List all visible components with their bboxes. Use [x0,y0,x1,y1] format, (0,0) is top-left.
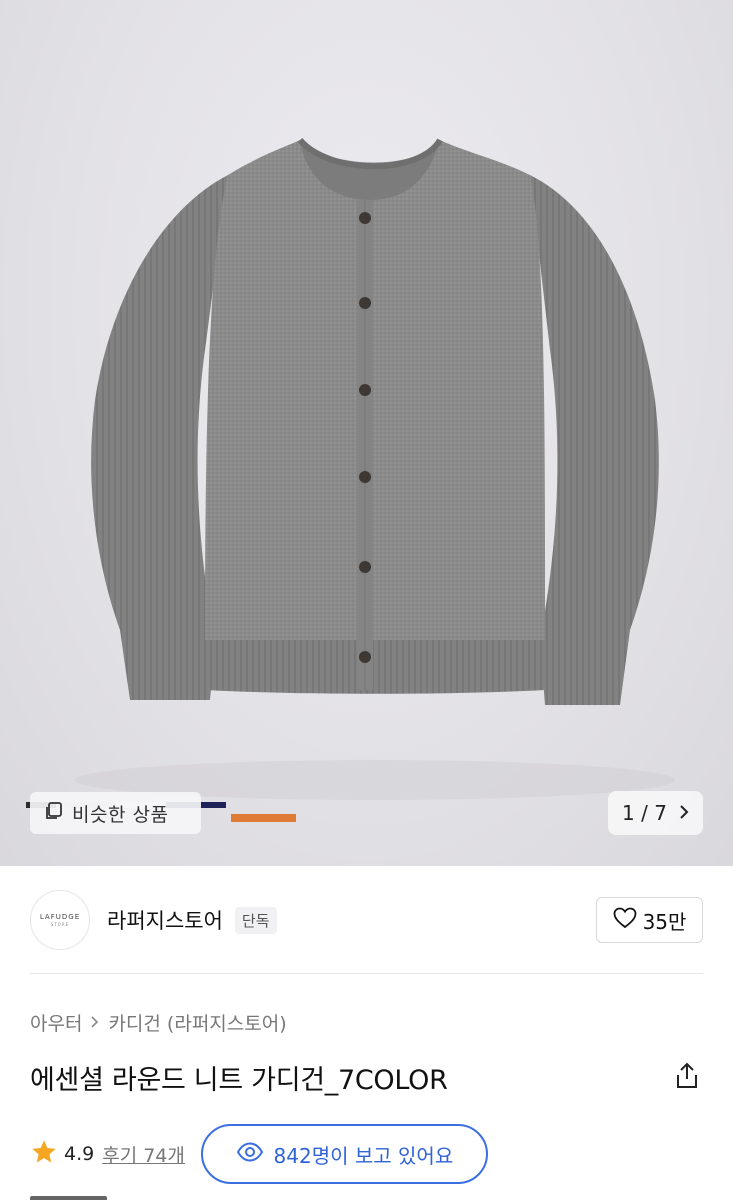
store-logo[interactable]: LAFUDGE STORE [30,890,90,950]
bottom-tab-indicator [30,1196,107,1200]
rating-row: 4.9 후기 74개 842명이 보고 있어요 [30,1124,703,1184]
chevron-right-icon [90,1012,100,1034]
heart-icon [613,907,637,934]
like-count: 35만 [642,909,687,934]
title-row: 에센셜 라운드 니트 가디건_7COLOR [30,1058,703,1097]
like-button[interactable]: 35만 [596,897,703,943]
viewers-text: 842명이 보고 있어요 [273,1143,454,1168]
eye-icon [236,1141,264,1167]
divider [30,973,703,974]
viewers-badge[interactable]: 842명이 보고 있어요 [200,1124,488,1184]
exclusive-badge: 단독 [234,906,277,934]
product-title: 에센셜 라운드 니트 가디건_7COLOR [30,1065,448,1096]
similar-products-label: 비슷한 상품 [72,803,169,826]
share-icon [674,1062,700,1094]
store-logo-text: LAFUDGE [39,913,81,921]
chevron-right-icon [679,801,689,825]
breadcrumb: 아우터 카디건 (라퍼지스토어) [30,1009,287,1036]
store-row: LAFUDGE STORE 라퍼지스토어 단독 35만 [30,887,703,953]
similar-icon [44,801,64,825]
store-name[interactable]: 라퍼지스토어 [107,905,223,935]
breadcrumb-item-cardigan[interactable]: 카디건 (라퍼지스토어) [108,1009,286,1036]
pager-text: 1 / 7 [622,801,667,825]
product-photo [75,137,675,800]
product-image-gallery[interactable]: 비슷한 상품 1 / 7 [0,0,733,866]
reviews-link[interactable]: 후기 74개 [102,1141,185,1168]
breadcrumb-item-outer[interactable]: 아우터 [30,1009,82,1036]
similar-products-button[interactable]: 비슷한 상품 [30,792,201,834]
image-pager[interactable]: 1 / 7 [608,791,703,835]
star-icon [30,1138,58,1170]
rating-score: 4.9 [64,1143,95,1165]
share-button[interactable] [671,1062,703,1094]
store-logo-subtext: STORE [50,922,70,927]
